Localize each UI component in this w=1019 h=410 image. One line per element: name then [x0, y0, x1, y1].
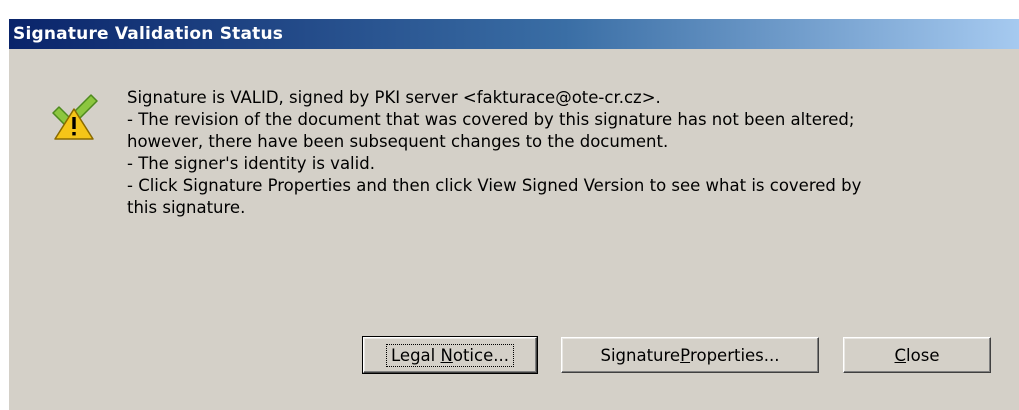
signature-properties-mnemonic: P: [680, 345, 691, 365]
signature-properties-label-post: roperties...: [690, 345, 780, 365]
message-line-instructions: - Click Signature Properties and then cl…: [127, 176, 862, 195]
title-bar[interactable]: Signature Validation Status: [9, 19, 1019, 49]
message-line-revision: - The revision of the document that was …: [127, 110, 855, 129]
message-line-status: Signature is VALID, signed by PKI server…: [127, 88, 661, 107]
signature-properties-button[interactable]: Signature Properties...: [561, 337, 819, 373]
message-line-identity: - The signer's identity is valid.: [127, 154, 375, 173]
focus-rectangle: Legal Notice...: [386, 343, 514, 367]
close-button[interactable]: Close: [843, 337, 991, 373]
message-line-instructions-cont: this signature.: [127, 198, 246, 217]
valid-with-warning-icon: [52, 94, 98, 140]
message-line-changes: however, there have been subsequent chan…: [127, 132, 669, 151]
legal-notice-label-post: otice...: [452, 345, 509, 365]
signature-validation-dialog: Signature Validation Status Signature is…: [8, 18, 1019, 410]
close-label-post: lose: [906, 345, 940, 365]
legal-notice-mnemonic: N: [440, 345, 453, 365]
signature-properties-label-pre: Signature: [600, 345, 681, 365]
legal-notice-button[interactable]: Legal Notice...: [362, 336, 538, 374]
legal-notice-label-pre: Legal: [391, 345, 441, 365]
validation-message: Signature is VALID, signed by PKI server…: [127, 87, 997, 219]
dialog-title: Signature Validation Status: [13, 24, 284, 44]
close-mnemonic: C: [894, 345, 907, 365]
